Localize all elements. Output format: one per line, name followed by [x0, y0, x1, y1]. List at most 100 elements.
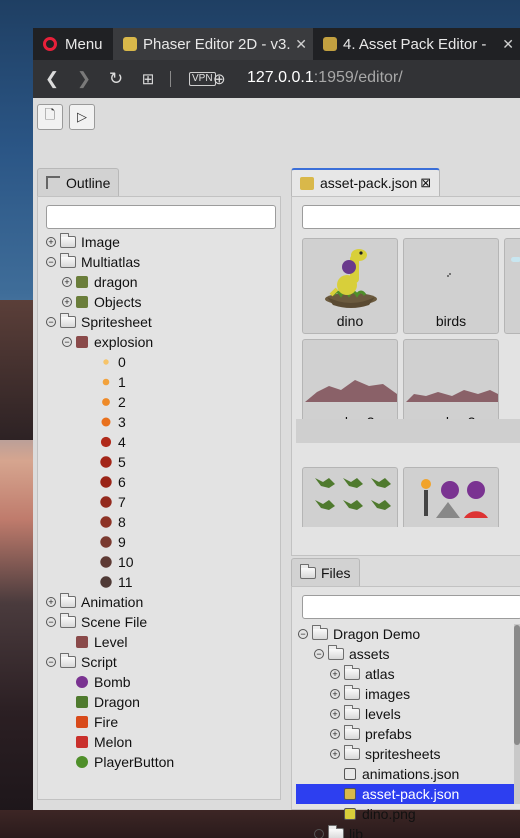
file-item[interactable]: animations.json	[296, 764, 520, 784]
folder-icon	[60, 613, 76, 628]
expand-icon[interactable]: +	[330, 669, 340, 679]
collapse-icon[interactable]: −	[46, 317, 56, 327]
outline-item-label: Scene File	[81, 614, 148, 630]
asset-pack-search-input[interactable]	[302, 205, 520, 229]
outline-item-label: 3	[118, 414, 126, 430]
file-item[interactable]: dino.png	[296, 804, 520, 824]
asset-cell-partial[interactable]	[504, 238, 520, 334]
expand-icon[interactable]: +	[330, 729, 340, 739]
expand-icon[interactable]: +	[62, 277, 72, 287]
forward-icon[interactable]: ❯	[73, 60, 95, 98]
tab-close-icon[interactable]: ✕	[502, 36, 514, 53]
file-item[interactable]: asset-pack.json	[296, 784, 520, 804]
file-item[interactable]: + lib	[296, 824, 520, 838]
files-search-input[interactable]	[302, 595, 520, 619]
file-item-label: Dragon Demo	[333, 626, 421, 642]
collapse-icon[interactable]: −	[46, 617, 56, 627]
outline-item[interactable]: 4	[38, 432, 282, 452]
atlas-icon	[76, 296, 88, 308]
outline-item[interactable]: PlayerButton	[38, 752, 282, 772]
collapse-icon[interactable]: −	[314, 649, 324, 659]
outline-item[interactable]: 7	[38, 492, 282, 512]
outline-item[interactable]: Bomb	[38, 672, 282, 692]
outline-item[interactable]: − Spritesheet	[38, 312, 282, 332]
outline-item[interactable]: + Image	[38, 232, 282, 252]
file-item[interactable]: − Dragon Demo	[296, 624, 520, 644]
vpn-badge[interactable]: VPN	[189, 72, 216, 86]
tab-asset-pack-editor[interactable]: 4. Asset Pack Editor - ✕	[315, 28, 520, 60]
tab-outline[interactable]: Outline	[37, 168, 120, 196]
tab-close-icon[interactable]: ✕	[295, 36, 307, 53]
asset-cell-dragon-atlas[interactable]	[302, 467, 398, 527]
asset-cell-dino[interactable]: dino	[302, 238, 398, 334]
expand-icon[interactable]: +	[46, 237, 56, 247]
outline-item[interactable]: + Animation	[38, 592, 282, 612]
expand-icon[interactable]: +	[330, 689, 340, 699]
folder-icon	[344, 685, 360, 700]
tab-files[interactable]: Files	[291, 558, 360, 586]
outline-item-label: Dragon	[94, 694, 140, 710]
outline-item[interactable]: + Objects	[38, 292, 282, 312]
outline-item[interactable]: 0	[38, 352, 282, 372]
outline-item[interactable]: 8	[38, 512, 282, 532]
expand-icon[interactable]: +	[330, 749, 340, 759]
collapse-icon[interactable]: −	[46, 257, 56, 267]
outline-item[interactable]: − Scene File	[38, 612, 282, 632]
outline-item[interactable]: 10	[38, 552, 282, 572]
file-item[interactable]: + levels	[296, 704, 520, 724]
outline-item[interactable]: 9	[38, 532, 282, 552]
outline-item[interactable]: − Script	[38, 652, 282, 672]
outline-item[interactable]: − Multiatlas	[38, 252, 282, 272]
outline-item[interactable]: 3	[38, 412, 282, 432]
folder-icon	[344, 665, 360, 680]
new-file-button[interactable]: 🗋	[37, 104, 63, 130]
reload-icon[interactable]: ↻	[105, 60, 127, 98]
file-item[interactable]: + prefabs	[296, 724, 520, 744]
expand-icon[interactable]: +	[314, 829, 324, 838]
asset-cell-objects-atlas[interactable]	[403, 467, 499, 527]
outline-item[interactable]: 11	[38, 572, 282, 592]
tab-asset-pack[interactable]: asset-pack.json ⊠	[291, 168, 441, 196]
new-file-icon: 🗋	[44, 107, 56, 122]
opera-menu-button[interactable]: Menu	[33, 28, 113, 60]
outline-item[interactable]: Melon	[38, 732, 282, 752]
outline-item-label: Bomb	[94, 674, 131, 690]
file-item[interactable]: + images	[296, 684, 520, 704]
outline-item[interactable]: Level	[38, 632, 282, 652]
url-field[interactable]: 127.0.0.1:1959/editor/	[247, 69, 403, 87]
files-scrollbar-thumb[interactable]	[514, 625, 520, 745]
browser-tab-bar: Menu Phaser Editor 2D - v3. ✕ 4. Asset P…	[33, 28, 520, 60]
outline-item[interactable]: 1	[38, 372, 282, 392]
outline-item[interactable]: + dragon	[38, 272, 282, 292]
outline-item[interactable]: Fire	[38, 712, 282, 732]
outline-search-input[interactable]	[46, 205, 276, 229]
outline-item[interactable]: Dragon	[38, 692, 282, 712]
outline-item[interactable]: 6	[38, 472, 282, 492]
file-item[interactable]: − assets	[296, 644, 520, 664]
outline-item-label: Image	[81, 234, 120, 250]
file-item[interactable]: + spritesheets	[296, 744, 520, 764]
collapse-icon[interactable]: −	[298, 629, 308, 639]
collapse-icon[interactable]: −	[62, 337, 72, 347]
file-item-label: levels	[365, 706, 401, 722]
rocks-2-thumbnail	[305, 380, 397, 402]
outline-item[interactable]: 2	[38, 392, 282, 412]
outline-item[interactable]: 5	[38, 452, 282, 472]
tab-phaser-editor[interactable]: Phaser Editor 2D - v3. ✕	[113, 28, 313, 60]
expand-icon[interactable]: +	[62, 297, 72, 307]
collapse-icon[interactable]: −	[46, 657, 56, 667]
tabs-grid-icon[interactable]: ⊞	[137, 60, 159, 98]
play-button[interactable]: ▷	[69, 104, 95, 130]
asset-cell-birds[interactable]: birds	[403, 238, 499, 334]
expand-icon[interactable]: +	[46, 597, 56, 607]
back-icon[interactable]: ❮	[41, 60, 63, 98]
image-file-icon	[344, 808, 356, 820]
outline-item-label: 1	[118, 374, 126, 390]
file-item[interactable]: + atlas	[296, 664, 520, 684]
sprite-icon	[76, 636, 88, 648]
frame-thumbnail-icon	[102, 398, 110, 406]
expand-icon[interactable]: +	[330, 709, 340, 719]
tab-close-icon[interactable]: ⊠	[420, 175, 431, 191]
tab-title: 4. Asset Pack Editor -	[343, 35, 487, 53]
outline-item[interactable]: − explosion	[38, 332, 282, 352]
